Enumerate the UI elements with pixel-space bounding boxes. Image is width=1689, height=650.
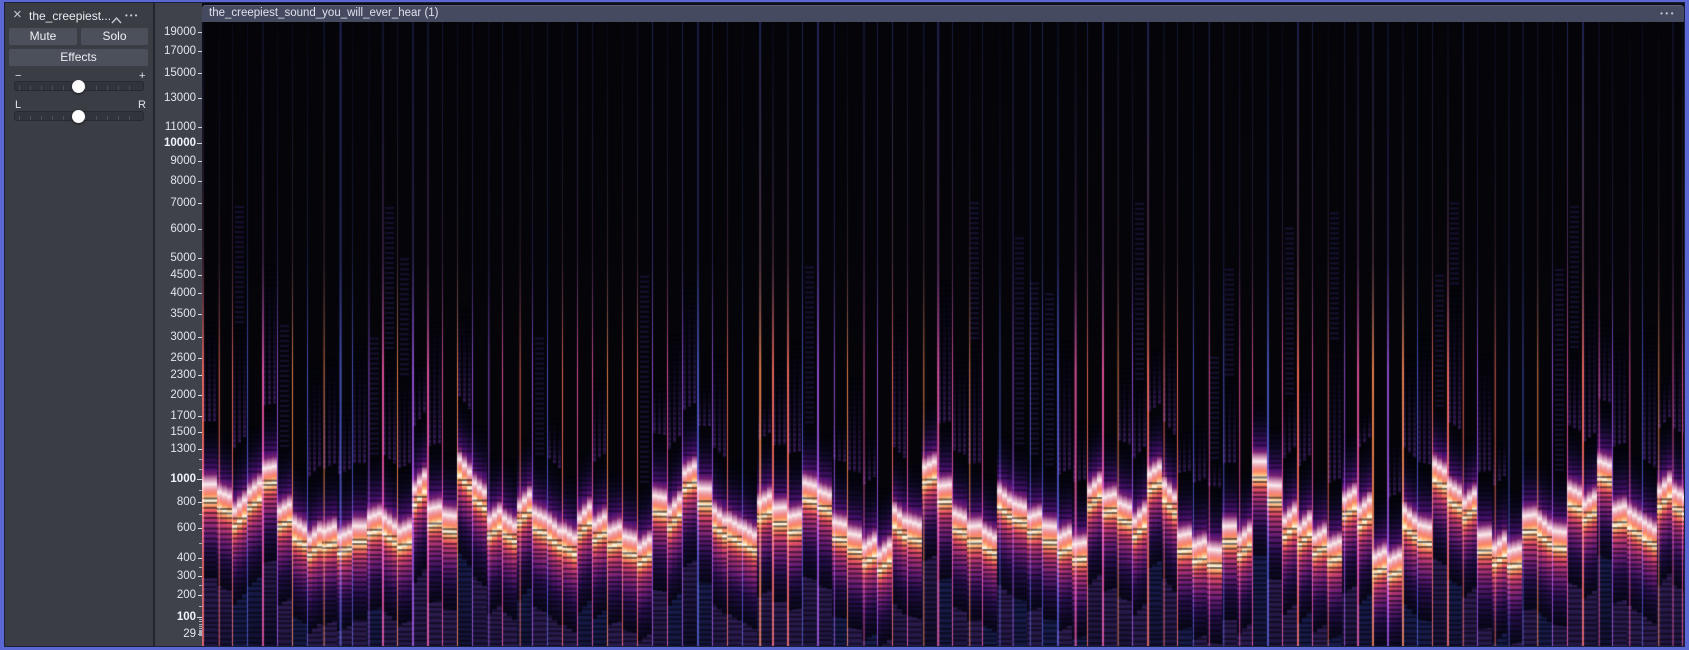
spectrogram-canvas[interactable]	[202, 22, 1684, 646]
window-content: × the_creepiest... ••• Mute Solo Effects…	[4, 2, 1685, 647]
gain-slider-thumb[interactable]	[72, 80, 85, 93]
ruler-label: 17000	[164, 45, 196, 58]
ruler-label: 2600	[170, 351, 196, 364]
mute-button[interactable]: Mute	[9, 28, 77, 45]
ruler-label: 8000	[170, 174, 196, 187]
ruler-label: 15000	[164, 67, 196, 80]
close-track-icon[interactable]: ×	[13, 7, 22, 23]
ruler-label: 13000	[164, 92, 196, 104]
ruler-label: 19000	[164, 25, 196, 38]
ruler-label: 3500	[170, 307, 196, 320]
ruler-label: 4000	[170, 287, 196, 300]
ruler-label: 600	[176, 521, 196, 534]
ruler-label: 9000	[170, 155, 196, 168]
frequency-ruler[interactable]: 19000 17000 15000 13000 11000 10000 9000 8000 70…	[155, 3, 202, 646]
track-header-row: × the_creepiest... •••	[5, 7, 153, 24]
ruler-label: 100	[176, 610, 196, 623]
ruler-label: 400	[176, 552, 196, 565]
effects-button[interactable]: Effects	[9, 49, 148, 66]
ruler-label: 3000	[170, 331, 196, 343]
ruler-label: 1500	[170, 425, 196, 438]
clip-title: the_creepiest_sound_you_will_ever_hear (…	[209, 7, 439, 19]
pan-right-label: R	[138, 99, 146, 111]
ruler-label: 200	[176, 589, 196, 602]
audacity-window: × the_creepiest... ••• Mute Solo Effects…	[0, 0, 1689, 650]
ruler-label: 1000	[170, 473, 196, 485]
track-title[interactable]: the_creepiest...	[29, 9, 111, 23]
clip-header[interactable]: the_creepiest_sound_you_will_ever_hear (…	[202, 5, 1684, 22]
pan-slider-thumb[interactable]	[72, 110, 85, 123]
ruler-label: 2000	[170, 388, 196, 401]
track-menu-icon[interactable]: •••	[125, 11, 139, 20]
ruler-label: 11000	[164, 120, 196, 133]
ruler-label: 10000	[164, 137, 196, 150]
ruler-label: 7000	[170, 197, 196, 210]
ruler-label: 5000	[170, 252, 196, 265]
ruler-label: 1300	[170, 443, 196, 456]
clip-menu-icon[interactable]: •••	[1660, 5, 1676, 22]
ruler-label: 1700	[170, 410, 196, 423]
ruler-label: 800	[176, 495, 196, 508]
track-view[interactable]: the_creepiest_sound_you_will_ever_hear (…	[202, 3, 1684, 646]
solo-button[interactable]: Solo	[81, 28, 148, 45]
chevron-up-icon[interactable]	[110, 12, 123, 24]
ruler-label: 2300	[170, 369, 196, 382]
track-control-panel[interactable]: × the_creepiest... ••• Mute Solo Effects…	[5, 3, 153, 646]
pan-left-label: L	[15, 99, 22, 111]
ruler-label: 6000	[170, 222, 196, 235]
ruler-label: 29	[183, 627, 196, 640]
ruler-label: 4500	[170, 268, 196, 281]
ruler-label: 300	[176, 569, 196, 582]
